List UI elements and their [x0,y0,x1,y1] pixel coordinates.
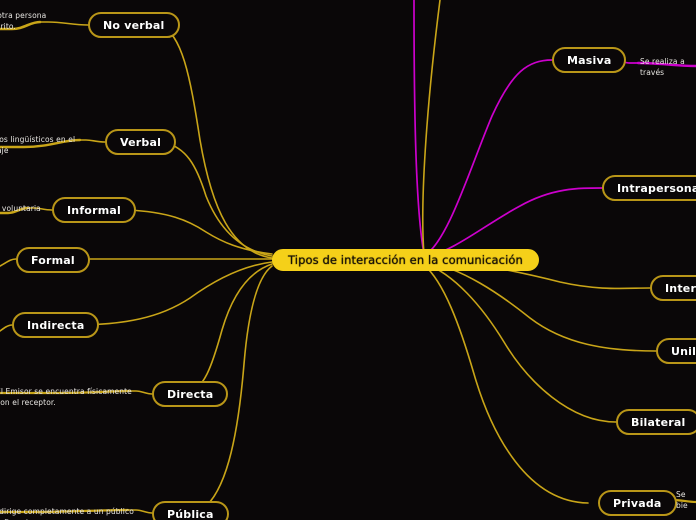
annotation-masiva: Se realiza a través [640,57,685,77]
link-indirecta-stub [0,324,13,332]
link-indirecta [71,261,273,326]
link-privada [423,264,589,504]
node-indirecta[interactable]: Indirecta [12,312,100,338]
link-masiva [423,59,553,257]
node-formal[interactable]: Formal [16,247,90,273]
node-masiva[interactable]: Masiva [552,47,627,73]
link-magenta-top-1 [413,0,425,255]
link-no-verbal [159,24,273,259]
link-formal-stub [0,258,17,267]
link-informal [127,209,273,255]
annotation-no-verbal: ón a otra persona ni escrito. [0,11,47,31]
annotation-publica: a dirige completamente a un público en f… [0,507,134,520]
node-bilateral[interactable]: Bilateral [616,409,696,435]
node-no-verbal[interactable]: No verbal [88,12,180,38]
mindmap-canvas: Tipos de interacción en la comunicación … [0,0,696,520]
annotation-verbal: n signos lingüísticos en el mensaje [0,135,76,155]
node-privada[interactable]: Privada [598,490,677,516]
link-unilateral [423,260,657,352]
link-verbal [163,141,273,257]
annotation-privada: Se bie [676,490,688,510]
link-intrapersonal [423,187,603,259]
node-informal[interactable]: Informal [52,197,136,223]
annotation-informal: nera voluntaria [1,204,41,213]
node-directa[interactable]: Directa [152,381,229,407]
link-directa [185,263,273,395]
link-yellow-top-1 [421,0,441,255]
node-unilateral[interactable]: Unilat [656,338,696,364]
annotation-directa: El Emisor se encuentra físicamente con e… [0,387,132,407]
link-bilateral [423,262,617,423]
node-interpersonal[interactable]: Interpe [650,275,696,301]
node-publica[interactable]: Pública [152,501,229,520]
root-node[interactable]: Tipos de interacción en la comunicación [272,249,539,271]
node-intrapersonal[interactable]: Intrapersonal [602,175,696,201]
node-verbal[interactable]: Verbal [105,129,177,155]
